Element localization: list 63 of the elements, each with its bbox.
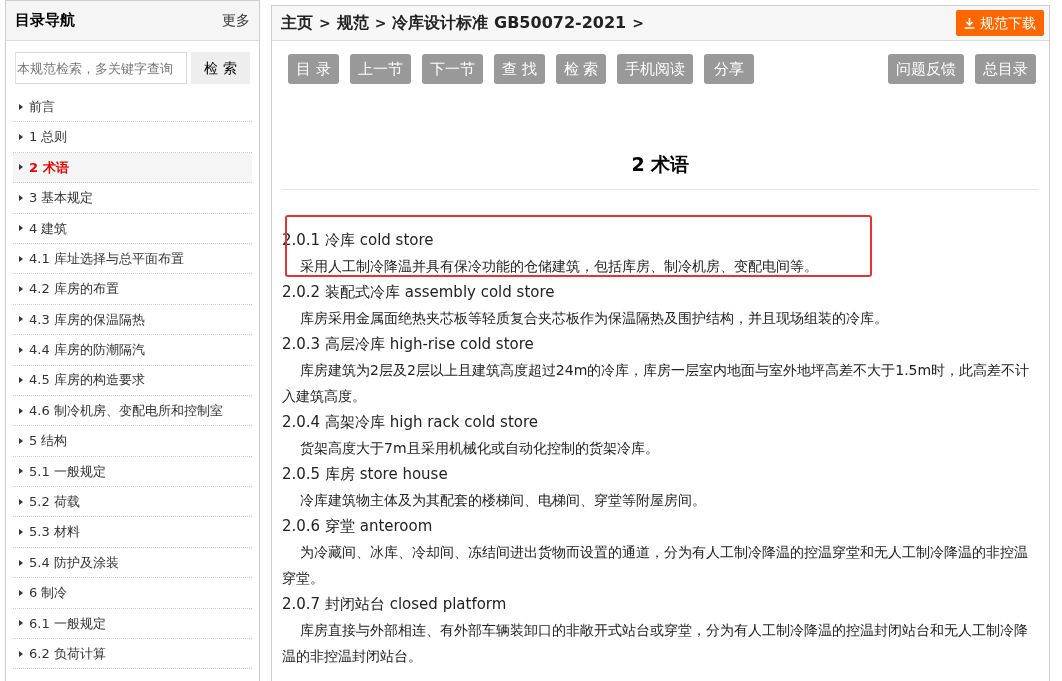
triangle-icon	[19, 134, 23, 141]
triangle-icon	[19, 529, 23, 536]
term-definition: 库房直接与外部相连、有外部车辆装卸口的非敞开式站台或穿堂，分为有人工制冷降温的控温封闭站台和无人工制冷降温的非控温封闭站台。	[282, 620, 1029, 666]
term-heading: 2.0.7 封闭站台 closed platform	[282, 593, 508, 615]
nav-item[interactable]: 4 建筑	[13, 213, 252, 244]
breadcrumb-link[interactable]: 主页	[281, 11, 313, 35]
nav-item[interactable]: 6 制冷	[13, 578, 252, 609]
triangle-icon	[19, 407, 23, 414]
term-definition: 为冷藏间、冰库、冷却间、冻结间进出货物而设置的通道，分为有人工制冷降温的控温穿堂和无人工制冷降温的非控温穿堂。	[282, 542, 1029, 588]
breadcrumb-separator: >	[632, 13, 644, 33]
triangle-icon	[19, 498, 23, 505]
term-heading: 2.0.2 装配式冷库 assembly cold store	[282, 281, 556, 303]
triangle-icon	[19, 377, 23, 384]
nav-item[interactable]: 4.4 库房的防潮隔汽	[13, 335, 252, 366]
triangle-icon	[19, 194, 23, 201]
nav-item[interactable]: 5.1 一般规定	[13, 456, 252, 488]
triangle-icon	[19, 225, 23, 232]
triangle-icon	[19, 286, 23, 293]
term-definition: 采用人工制冷降温并具有保冷功能的仓储建筑，包括库房、制冷机房、变配电间等。	[299, 256, 819, 276]
nav-item[interactable]: 4.1 库址选择与总平面布置	[13, 243, 252, 275]
term-definition: 货架高度大于7m且采用机械化或自动化控制的货架冷库。	[299, 438, 660, 458]
term-definition: 库房采用金属面绝热夹芯板等轻质复合夹芯板作为保温隔热及围护结构，并且现场组装的冷库。	[299, 308, 889, 328]
nav-item[interactable]: 5.3 材料	[13, 517, 252, 548]
nav-item[interactable]: 6.2 负荷计算	[13, 639, 252, 670]
nav-item[interactable]: 5.2 荷载	[13, 487, 252, 518]
nav-item[interactable]: 2 术语	[13, 152, 252, 184]
search-button[interactable]: 检 索	[191, 52, 250, 84]
triangle-icon	[19, 103, 23, 110]
nav-item[interactable]: 1 总则	[13, 122, 252, 153]
nav-item[interactable]: 3 基本规定	[13, 183, 252, 214]
nav-item[interactable]: 4.5 库房的构造要求	[13, 365, 252, 396]
download-icon	[964, 17, 975, 29]
term-heading: 2.0.6 穿堂 anteroom	[282, 515, 434, 537]
triangle-icon	[19, 468, 23, 475]
term-heading: 2.0.5 库房 store house	[282, 463, 449, 485]
more-link[interactable]: 更多	[222, 10, 250, 31]
triangle-icon	[19, 164, 23, 171]
triangle-icon	[19, 620, 23, 627]
nav-item[interactable]: 6.1 一般规定	[13, 608, 252, 640]
nav-item[interactable]: 前言	[13, 92, 252, 123]
search-field[interactable]: 本规范检索，多关键字查询	[15, 52, 187, 84]
triangle-icon	[19, 255, 23, 262]
term-heading: 2.0.3 高层冷库 high-rise cold store	[282, 333, 535, 355]
triangle-icon	[19, 559, 23, 566]
triangle-icon	[19, 438, 23, 444]
triangle-icon	[19, 589, 23, 596]
triangle-icon	[19, 650, 23, 657]
sidebar-title: 目录导航	[15, 10, 75, 32]
term-heading: 2.0.4 高架冷库 high rack cold store	[282, 411, 540, 433]
nav-item[interactable]: 5.4 防护及涂装	[13, 547, 252, 579]
breadcrumb-link[interactable]: 冷库设计标准 GB50072-2021	[392, 11, 627, 35]
term-definition: 冷库建筑物主体及为其配套的楼梯间、电梯间、穿堂等附屋房间。	[299, 490, 707, 510]
nav-item[interactable]: 4.3 库房的保温隔热	[13, 304, 252, 336]
nav-item[interactable]: 5 结构	[13, 426, 252, 457]
breadcrumb-separator: >	[319, 13, 331, 33]
nav-item[interactable]: 4.2 库房的布置	[13, 274, 252, 305]
section-title: 2 术语	[631, 152, 690, 177]
triangle-icon	[19, 346, 23, 353]
term-definition: 库房建筑为2层及2层以上且建筑高度超过24m的冷库，库房一层室内地面与室外地坪高差不大于1.5m时，此高差不计入建筑高度。	[282, 360, 1031, 406]
nav-item[interactable]: 4.6 制冷机房、变配电所和控制室	[13, 395, 252, 427]
breadcrumb-link[interactable]: 规范	[336, 11, 369, 35]
breadcrumb-separator: >	[374, 13, 387, 33]
triangle-icon	[19, 316, 23, 323]
